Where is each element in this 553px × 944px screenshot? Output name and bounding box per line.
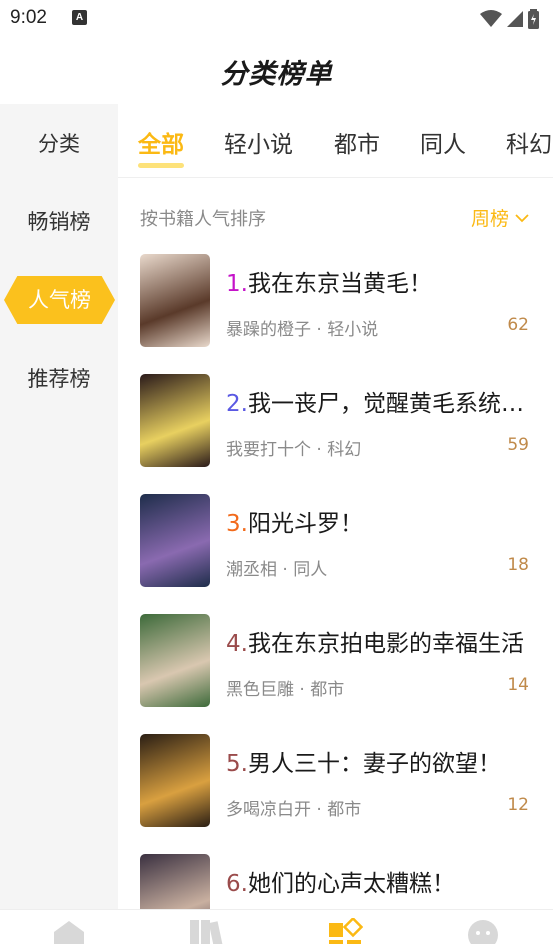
tab-light-novel[interactable]: 轻小说 <box>224 125 293 159</box>
book-title: 1.我在东京当黄毛！ <box>226 264 526 298</box>
status-icons <box>480 9 539 29</box>
chevron-down-icon <box>515 213 529 222</box>
home-icon[interactable] <box>51 918 87 944</box>
book-rank: 2. <box>226 391 248 417</box>
sidebar-item-bestseller[interactable]: 畅销榜 <box>0 198 118 246</box>
sort-label: 按书籍人气排序 <box>140 209 266 230</box>
a-icon: A <box>72 10 87 25</box>
signal-icon <box>507 11 523 27</box>
book-popularity-count: 62 <box>507 315 529 335</box>
book-title: 3.阳光斗罗！ <box>226 504 526 538</box>
bottom-nav <box>0 909 553 944</box>
book-title: 6.她们的心声太糟糕！ <box>226 864 526 898</box>
tab-underline <box>138 163 184 168</box>
book-rank: 3. <box>226 511 248 537</box>
book-author-genre: 多喝凉白开 · 都市 <box>226 800 362 820</box>
status-time: 9:02 <box>10 7 47 28</box>
book-title-text: 我一丧尸，觉醒黄毛系统有何用？ <box>247 391 526 417</box>
sidebar: 分类 畅销榜 人气榜 推荐榜 <box>0 104 118 910</box>
book-cover <box>140 254 210 347</box>
book-author-genre: 潮丞相 · 同人 <box>226 560 328 580</box>
book-item[interactable]: 5.男人三十：妻子的欲望！ 多喝凉白开 · 都市 12 <box>140 734 535 828</box>
book-cover <box>140 734 210 827</box>
tab-urban[interactable]: 都市 <box>334 125 380 159</box>
status-bar: 9:02 A <box>0 0 553 40</box>
tab-scifi[interactable]: 科幻 <box>506 125 552 159</box>
sidebar-item-category[interactable]: 分类 <box>0 120 118 168</box>
book-author-genre: 暴躁的橙子 · 轻小说 <box>226 320 379 340</box>
book-popularity-count: 18 <box>507 555 529 575</box>
book-rank: 1. <box>226 271 248 297</box>
book-cover <box>140 374 210 467</box>
book-popularity-count: 14 <box>507 675 529 695</box>
book-item[interactable]: 3.阳光斗罗！ 潮丞相 · 同人 18 <box>140 494 535 588</box>
tab-fanfic[interactable]: 同人 <box>420 125 466 159</box>
sort-selected: 周榜 <box>470 208 509 230</box>
book-cover <box>140 614 210 707</box>
book-popularity-count: 59 <box>507 435 529 455</box>
book-title: 5.男人三十：妻子的欲望！ <box>226 744 526 778</box>
tab-all[interactable]: 全部 <box>138 125 184 159</box>
sidebar-item-popularity[interactable]: 人气榜 <box>4 276 115 324</box>
book-item[interactable]: 2.我一丧尸，觉醒黄毛系统有何用？ 我要打十个 · 科幻 59 <box>140 374 535 468</box>
page-title: 分类榜单 <box>220 59 333 90</box>
sidebar-item-recommended[interactable]: 推荐榜 <box>0 355 118 403</box>
battery-icon <box>528 9 539 29</box>
book-item[interactable]: 1.我在东京当黄毛！ 暴躁的橙子 · 轻小说 62 <box>140 254 535 348</box>
book-author-genre: 我要打十个 · 科幻 <box>226 440 362 460</box>
book-title-text: 我在东京当黄毛！ <box>247 271 432 297</box>
category-icon[interactable] <box>327 918 363 944</box>
book-title: 4.我在东京拍电影的幸福生活 <box>226 624 526 658</box>
book-rank: 6. <box>226 871 248 897</box>
book-rank: 4. <box>226 631 248 657</box>
book-popularity-count: 12 <box>507 795 529 815</box>
book-cover <box>140 494 210 587</box>
wifi-icon <box>480 10 502 27</box>
book-rank: 5. <box>226 751 248 777</box>
bookshelf-icon[interactable] <box>188 918 224 944</box>
book-title-text: 我在东京拍电影的幸福生活 <box>247 631 524 657</box>
profile-icon[interactable] <box>466 918 500 944</box>
book-title-text: 阳光斗罗！ <box>247 511 363 537</box>
sort-dropdown[interactable]: 周榜 <box>471 204 529 231</box>
book-author-genre: 黑色巨雕 · 都市 <box>226 680 345 700</box>
book-title-text: 男人三十：妻子的欲望！ <box>247 751 501 777</box>
book-title: 2.我一丧尸，觉醒黄毛系统有何用？ <box>226 384 526 418</box>
book-title-text: 她们的心声太糟糕！ <box>247 871 455 897</box>
book-item[interactable]: 4.我在东京拍电影的幸福生活黑色巨雕 · 都市 14 <box>140 614 535 708</box>
